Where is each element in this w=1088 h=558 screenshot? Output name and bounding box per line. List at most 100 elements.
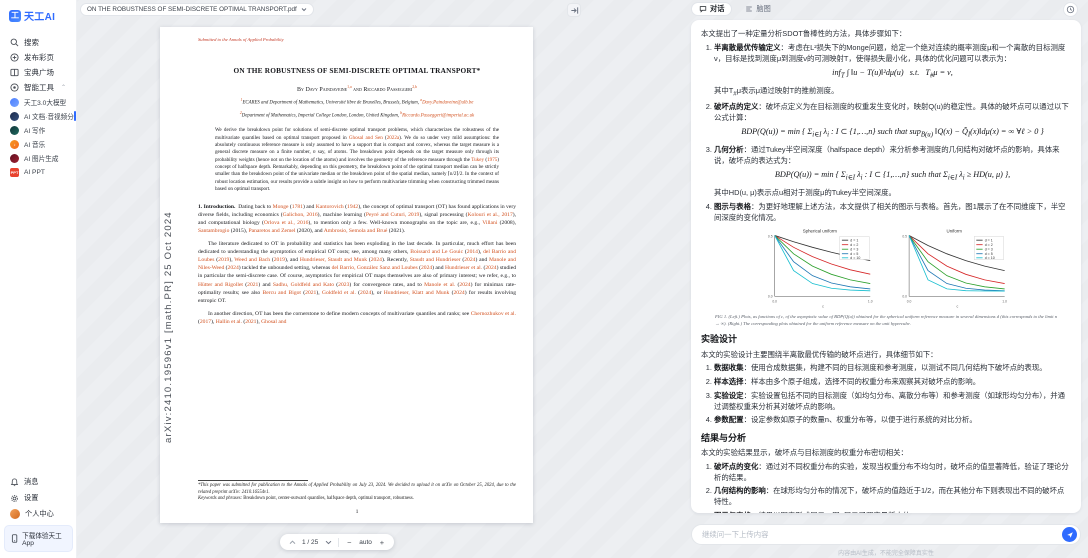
sidebar-tool-music[interactable]: ♪ AI 音乐: [0, 137, 76, 151]
page-down-button[interactable]: [323, 537, 333, 547]
experiment-intro: 本文的实验设计主要围绕半离散最优传输的破坏点进行，具体细节如下：: [701, 349, 1071, 360]
app-logo[interactable]: 工 天工AI: [0, 0, 76, 23]
tool-label: AI 文档·音视频分析: [24, 111, 76, 121]
history-clock-icon: [1066, 5, 1075, 14]
svg-text:c: c: [822, 304, 824, 308]
results-list: 破坏点的变化：通过对不同权重分布的实验，发现当权重分布不均匀时，破坏点的值显著降…: [701, 461, 1071, 513]
sidebar-item-label: 发布彩页: [24, 52, 54, 63]
tab-dialog[interactable]: 对话: [691, 2, 732, 16]
submitted-note: Submitted to the Annals of Applied Proba…: [198, 37, 516, 42]
collapse-panel-button[interactable]: [567, 3, 581, 17]
search-icon: [10, 38, 19, 47]
tool-label: AI PPT: [24, 169, 45, 176]
sidebar-item-publish[interactable]: 发布彩页: [0, 50, 76, 65]
svg-text:c: c: [957, 304, 959, 308]
active-indicator: [74, 111, 77, 121]
zoom-level[interactable]: auto: [359, 539, 372, 546]
list-item: 参数配置：设定参数如原子的数量n、权重分布等，以便于进行系统的对比分析。: [714, 414, 1071, 425]
sidebar-item-plaza[interactable]: 宝典广场: [0, 65, 76, 80]
download-app-label: 下载体验天工App: [22, 530, 68, 547]
figure-right-legend: d = 1 d = 2 d = 3 d = 5 d = 10: [974, 236, 1003, 259]
plaza-icon: [10, 68, 19, 77]
sidebar-item-settings[interactable]: 设置: [0, 490, 77, 506]
list-item: 样本选择：样本由多个原子组成，选择不同的权重分布来观察其对破坏点的影响。: [714, 376, 1071, 387]
sidebar-tool-model[interactable]: 天工3.0大模型: [0, 95, 76, 109]
publish-icon: [10, 53, 19, 62]
history-button[interactable]: [1063, 2, 1078, 17]
answer-intro: 本文提出了一种定量分析SDOT鲁棒性的方法，具体步骤如下：: [701, 28, 1071, 39]
svg-text:d = 3: d = 3: [850, 248, 858, 252]
tab-label: 对话: [710, 4, 724, 14]
zoom-out-button[interactable]: −: [344, 537, 354, 547]
chevron-up-icon[interactable]: ⌃: [61, 84, 66, 91]
step-text: 几何分析：通过Tukey半空间深度（halfspace depth）来分析参考测…: [714, 145, 1060, 165]
results-intro: 本文的实验结果显示，破坏点与目标测度的权重分布密切相关：: [701, 447, 1071, 458]
download-app-button[interactable]: 下载体验天工App: [4, 525, 73, 552]
svg-text:Spherical uniform: Spherical uniform: [803, 228, 838, 233]
list-item: 实验设定：实验设置包括不同的目标测度（如均匀分布、离散分布等）和参考测度（如球形…: [714, 390, 1071, 412]
sidebar-item-profile[interactable]: 个人中心: [0, 506, 77, 522]
avatar: [10, 509, 20, 519]
chevron-down-icon: [325, 540, 332, 545]
document-tab[interactable]: ON THE ROBUSTNESS OF SEMI-DISCRETE OPTIM…: [80, 3, 314, 16]
sidebar-item-label: 搜索: [24, 37, 39, 48]
formula-hd: BDP(Q(u)) = min { Σi∈I λi : I ⊂ {1,…,n} …: [714, 169, 1071, 184]
svg-text:Uniform: Uniform: [947, 228, 963, 233]
toolbar-divider: [338, 538, 339, 547]
chat-input-field[interactable]: [702, 530, 1062, 539]
music-icon: ♪: [10, 140, 19, 149]
paper-footnotes: *This paper was submitted for publicatio…: [198, 480, 516, 515]
sidebar-tool-image[interactable]: AI 图片生成: [0, 151, 76, 165]
paper-abstract: We derive the breakdown point for soluti…: [215, 127, 499, 193]
paper-paragraph: 1. Introduction. Dating back to Monge (1…: [198, 203, 516, 235]
list-item: 数据收集：使用合成数据集，构建不同的目标测度和参考测度，以测试不同几何结构下破坏…: [714, 362, 1071, 373]
chevron-up-icon: [289, 540, 296, 545]
sidebar-tool-ppt[interactable]: PPT AI PPT: [0, 165, 76, 179]
image-gen-icon: [10, 154, 19, 163]
app-root: 工 天工AI 搜索 发布彩页 宝典广场 智能工具 ⌃ 天: [0, 0, 1088, 558]
footnote-rule: [198, 480, 308, 481]
svg-text:d = 2: d = 2: [985, 243, 993, 247]
figure-caption: FIG 1. (Left.) Plots, as functions of c,…: [715, 314, 1057, 327]
pdf-page[interactable]: arXiv:2410.19596v1 [math.PR] 25 Oct 2024…: [160, 27, 533, 523]
send-button[interactable]: [1062, 527, 1077, 542]
svg-text:d = 2: d = 2: [850, 243, 858, 247]
paper-affiliation-1: 1ECARES and Department of Mathematics, U…: [198, 98, 516, 106]
page-up-button[interactable]: [287, 537, 297, 547]
send-icon: [1066, 531, 1074, 539]
sidebar-tool-writing[interactable]: AI 写作: [0, 123, 76, 137]
svg-text:d = 3: d = 3: [985, 248, 993, 252]
paper-keywords: Keywords and phrases: Breakdown point, c…: [198, 496, 516, 503]
formula-note: 其中T#μ表示μ通过映射T的推前测度。: [714, 85, 1071, 99]
svg-text:0.0: 0.0: [902, 294, 907, 298]
sidebar-item-search[interactable]: 搜索: [0, 35, 76, 50]
svg-text:d = 10: d = 10: [985, 256, 995, 260]
paper-paragraph: The literature dedicated to OT in probab…: [198, 240, 516, 305]
chat-answer-panel[interactable]: 本文提出了一种定量分析SDOT鲁棒性的方法，具体步骤如下： 半离散最优传输定义：…: [691, 20, 1081, 513]
section-header-experiment: 实验设计: [701, 333, 1071, 347]
svg-text:0.5: 0.5: [768, 234, 773, 238]
svg-text:0.5: 0.5: [902, 234, 907, 238]
sidebar-tool-doc-analysis[interactable]: AI 文档·音视频分析: [0, 109, 76, 123]
figure-right-plot: Uniform 0.5 0.0 0.0 1.0 c d = 1: [902, 228, 1007, 308]
figure-left-legend: d = 1 d = 2 d = 3 d = 5 d = 10: [840, 236, 869, 259]
zoom-in-button[interactable]: +: [377, 537, 387, 547]
app-logo-text: 天工AI: [24, 8, 55, 23]
list-item: 破坏点的变化：通过对不同权重分布的实验，发现当权重分布不均匀时，破坏点的值显著降…: [714, 461, 1071, 483]
chevron-down-icon: [301, 7, 307, 12]
figure-left-plot: Spherical uniform 0.5 0.0 0.0 1.0 c d: [768, 228, 873, 308]
tab-mindmap[interactable]: 脑图: [738, 2, 777, 16]
tiangong-logo-icon: 工: [9, 10, 21, 22]
paper-byline: By Davy Paindaveine1,a and Riccardo Pass…: [198, 85, 516, 93]
list-item: 图示与表格：为更好地理解上述方法，本文提供了相关的图示与表格。首先，图1展示了在…: [714, 201, 1071, 223]
writing-icon: [10, 126, 19, 135]
step-text: 半离散最优传输定义：考虑在L²损失下的Monge问题，给定一个绝对连续的概率测度…: [714, 43, 1065, 63]
figure-1-plots: Spherical uniform 0.5 0.0 0.0 1.0 c d: [760, 227, 1012, 309]
document-tab-title: ON THE ROBUSTNESS OF SEMI-DISCRETE OPTIM…: [87, 6, 297, 13]
phone-icon: [11, 534, 18, 543]
sidebar-item-tools[interactable]: 智能工具 ⌃: [0, 80, 76, 95]
chat-input-bar: [691, 524, 1081, 545]
svg-text:d = 1: d = 1: [985, 238, 993, 242]
sidebar-item-messages[interactable]: 消息: [0, 474, 77, 490]
svg-text:0.0: 0.0: [907, 300, 912, 304]
